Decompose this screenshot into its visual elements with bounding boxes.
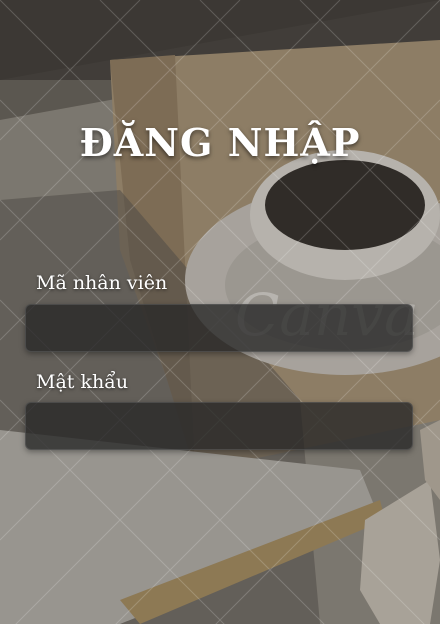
login-form: ĐĂNG NHẬP Mã nhân viên Mật khẩu <box>0 0 440 624</box>
employee-id-label: Mã nhân viên <box>36 272 168 294</box>
page-title: ĐĂNG NHẬP <box>79 120 361 165</box>
password-field-box[interactable] <box>25 402 413 450</box>
employee-id-field-box[interactable] <box>25 304 413 352</box>
password-label: Mật khẩu <box>36 371 129 393</box>
employee-id-input[interactable] <box>26 305 412 351</box>
password-input[interactable] <box>26 403 412 449</box>
